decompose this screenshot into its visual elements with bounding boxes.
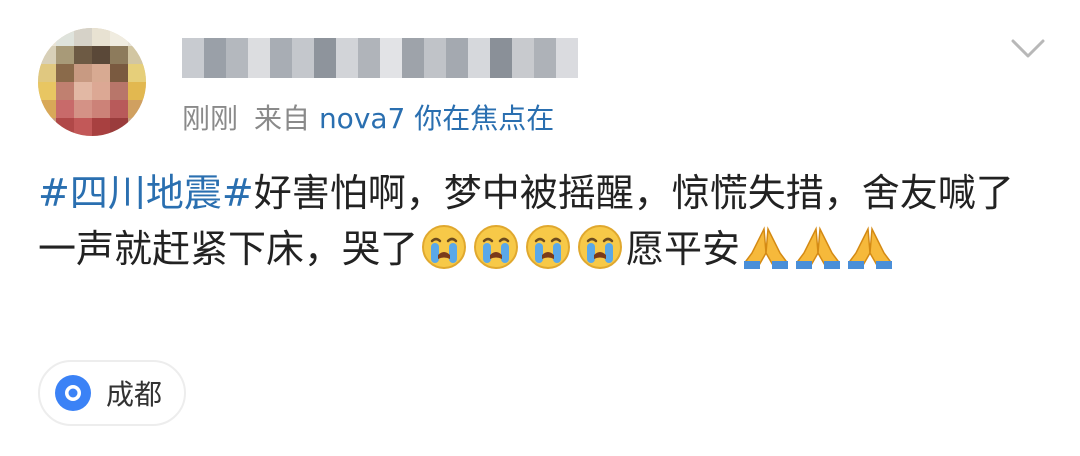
loudly-crying-face-icon	[422, 225, 467, 269]
hashtag-link[interactable]: #四川地震#	[38, 171, 254, 215]
post-time: 刚刚	[182, 102, 239, 135]
post-body: #四川地震#好害怕啊，梦中被摇醒，惊慌失措，舍友喊了一声就赶紧下床，哭了 愿平安	[38, 165, 1048, 277]
loudly-crying-face-icon	[474, 225, 519, 269]
post-meta: 刚刚 来自 nova7 你在焦点在	[182, 97, 554, 137]
avatar[interactable]	[38, 28, 146, 136]
location-label: 成都	[106, 378, 163, 411]
username-blurred[interactable]	[182, 38, 580, 78]
folded-hands-icon	[848, 226, 893, 269]
chevron-down-icon[interactable]	[1010, 36, 1046, 62]
location-chip[interactable]: 成都	[38, 360, 187, 426]
folded-hands-icon	[796, 226, 841, 269]
location-pin-icon	[55, 375, 91, 411]
loudly-crying-face-icon	[578, 225, 623, 269]
loudly-crying-face-icon	[526, 225, 571, 269]
source-link[interactable]: nova7 你在焦点在	[319, 102, 554, 135]
post-text-wish: 愿平安	[626, 227, 741, 271]
source-prefix: 来自	[254, 102, 311, 135]
folded-hands-icon	[744, 226, 789, 269]
